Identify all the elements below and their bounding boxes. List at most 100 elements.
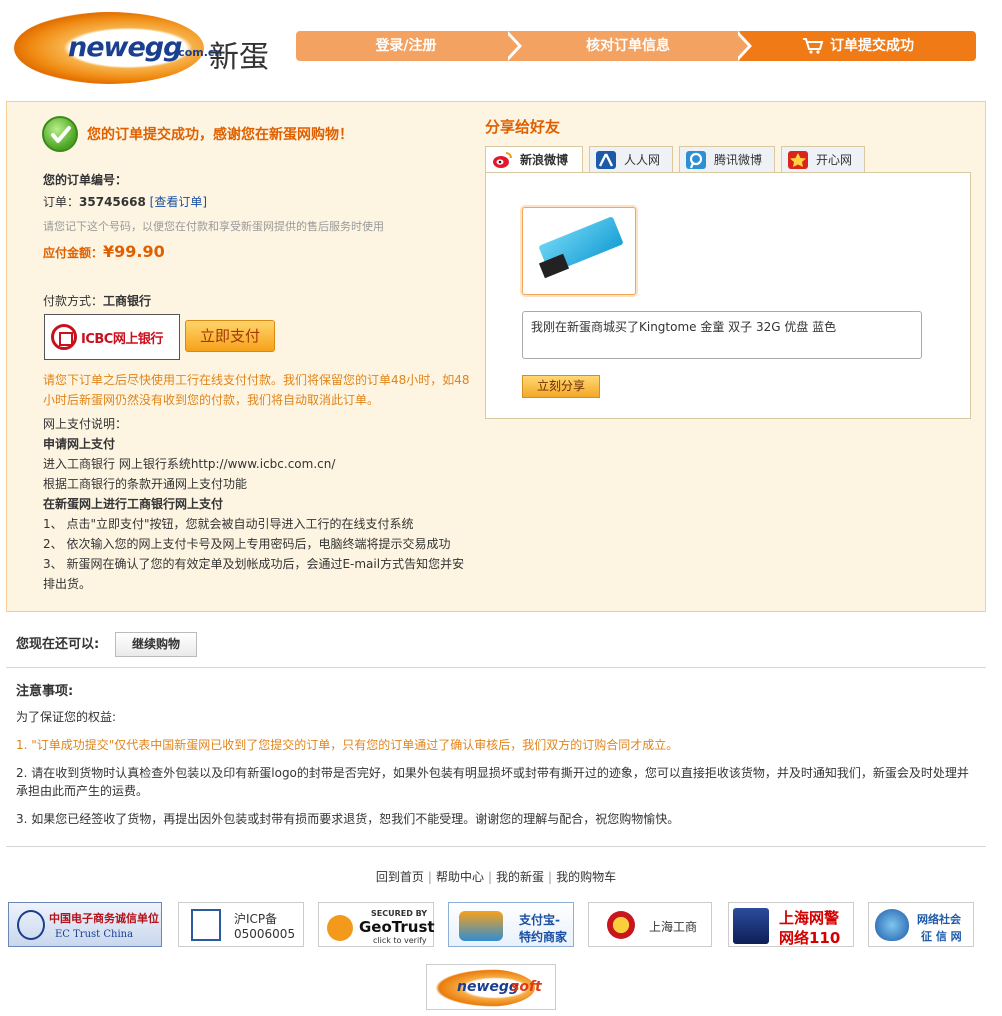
neweggsoft-word-a: newegg xyxy=(457,979,519,995)
note-2: 2. 请在收到货物时认真检查外包装以及印有新蛋logo的封带是否完好，如果外包装… xyxy=(16,766,969,798)
geotrust-badge[interactable]: SECURED BY GeoTrust click to verify xyxy=(318,902,435,947)
product-thumbnail xyxy=(522,207,636,295)
alipay-puzzle-icon xyxy=(459,911,503,941)
footer-link-cart[interactable]: 我的购物车 xyxy=(556,870,616,884)
separator: | xyxy=(548,870,553,884)
ec-trust-cn: 中国电子商务诚信单位 xyxy=(49,912,159,925)
ec-trust-en: EC Trust China xyxy=(55,929,134,940)
tab-tencent-weibo[interactable]: 腾讯微博 xyxy=(679,146,775,173)
pay-method-value: 工商银行 xyxy=(103,294,152,308)
renren-icon xyxy=(596,151,616,169)
icp-badge[interactable]: 沪ICP备 05006005 xyxy=(178,902,304,947)
logo-word: newegg xyxy=(68,32,182,63)
notes-intro: 为了保证您的权益: xyxy=(16,710,117,724)
geotrust-secured: SECURED BY xyxy=(371,909,428,918)
step-login: 登录/注册 xyxy=(296,31,516,61)
success-message: 您的订单提交成功，感谢您在新蛋网购物！ xyxy=(87,127,353,143)
order-label: 订单： xyxy=(43,195,80,209)
share-tabs: 新浪微博 人人网 腾讯微博 开心网 xyxy=(485,146,971,174)
icbc-emblem-icon xyxy=(51,324,77,350)
icp-line-1: 沪ICP备 xyxy=(234,912,278,926)
pay-now-button[interactable]: 立即支付 xyxy=(185,320,275,352)
credit-line-2: 征 信 网 xyxy=(921,930,962,943)
pay-notes-title: 网上支付说明： xyxy=(43,417,128,431)
share-now-button[interactable]: 立刻分享 xyxy=(522,375,600,398)
amount-label: 应付金额： xyxy=(43,246,104,260)
step-divider xyxy=(734,31,748,61)
national-emblem-icon xyxy=(607,911,635,939)
icbc-logo-text: ICBC网上银行 xyxy=(81,332,163,347)
success-row: 您的订单提交成功，感谢您在新蛋网购物！ xyxy=(42,116,472,152)
pay-notes-step: 2、 依次输入您的网上支付卡号及网上专用密码后，电脑终端将提示交易成功 xyxy=(43,537,451,551)
pay-notes-line: 进入工商银行 网上银行系统http://www.icbc.com.cn/ xyxy=(43,457,336,471)
view-order-link[interactable]: [查看订单] xyxy=(150,195,207,209)
footer-link-home[interactable]: 回到首页 xyxy=(376,870,424,884)
cyber-police-badge[interactable]: 上海网警 网络110 xyxy=(728,902,854,947)
amount-row: 应付金额：¥99.90 xyxy=(43,242,165,261)
continue-shopping-button[interactable]: 继续购物 xyxy=(115,632,197,657)
share-section: 分享给好友 新浪微博 人人网 腾讯微博 开心网 我刚在新蛋商城买了Kingtom… xyxy=(485,116,971,419)
amount-value: ¥99.90 xyxy=(103,242,165,261)
pay-notes-step: 1、 点击"立即支付"按钮，您就会被自动引导进入工行的在线支付系统 xyxy=(43,517,414,531)
ec-trust-icon xyxy=(17,910,45,940)
note-3: 3. 如果您已经签收了货物，再提出因外包装或封带有损而要求退货，恕我们不能受理。… xyxy=(16,812,680,826)
newegg-logo[interactable]: newegg .com.cn 新蛋 xyxy=(14,10,274,84)
cart-icon xyxy=(803,38,824,54)
credit-badge[interactable]: 网络社会 征 信 网 xyxy=(868,902,974,947)
separator: | xyxy=(487,870,493,884)
order-number: 35745668 xyxy=(79,195,146,209)
tencent-weibo-icon xyxy=(686,151,706,169)
payment-method: 付款方式：工商银行 xyxy=(43,292,151,309)
ec-trust-badge[interactable]: 中国电子商务诚信单位 EC Trust China xyxy=(8,902,162,947)
alipay-line-1: 支付宝- xyxy=(519,913,560,927)
footer-link-my-newegg[interactable]: 我的新蛋 xyxy=(496,870,544,884)
step-success: 订单提交成功 xyxy=(740,31,976,61)
payment-notes: 网上支付说明： 申请网上支付 进入工商银行 网上银行系统http://www.i… xyxy=(43,414,473,594)
step-divider xyxy=(504,31,518,61)
alipay-line-2: 特约商家 xyxy=(519,930,568,944)
step-confirm: 核对订单信息 xyxy=(510,31,746,61)
header: newegg .com.cn 新蛋 登录/注册 核对订单信息 订单提交成功 xyxy=(0,0,1002,96)
checkout-steps: 登录/注册 核对订单信息 订单提交成功 xyxy=(296,31,976,61)
sh-gongshang-badge[interactable]: 上海工商 xyxy=(588,902,712,947)
neweggsoft-logo[interactable]: newegg soft xyxy=(426,964,556,1010)
neweggsoft-word-b: soft xyxy=(511,979,542,995)
icp-line-2: 05006005 xyxy=(234,927,296,941)
divider xyxy=(6,667,986,668)
tab-sina-weibo[interactable]: 新浪微博 xyxy=(485,146,583,174)
separator: | xyxy=(427,870,432,884)
icp-icon xyxy=(191,909,221,941)
order-number-title: 您的订单编号： xyxy=(43,173,128,187)
notes-title: 注意事项: xyxy=(16,684,74,699)
pay-notes-line: 根据工商银行的条款开通网上支付功能 xyxy=(43,477,248,491)
order-success-panel: 您的订单提交成功，感谢您在新蛋网购物！ 您的订单编号： 订单：35745668 … xyxy=(6,101,986,612)
weibo-icon xyxy=(492,151,512,169)
share-title: 分享给好友 xyxy=(485,118,561,136)
police-line-1: 上海网警 xyxy=(779,909,840,927)
order-info: 您的订单提交成功，感谢您在新蛋网购物！ 您的订单编号： 订单：35745668 … xyxy=(42,116,472,591)
divider xyxy=(6,846,986,847)
geotrust-verify: click to verify xyxy=(373,936,427,945)
pay-notes-heading-1: 申请网上支付 xyxy=(43,437,116,451)
alipay-badge[interactable]: 支付宝- 特约商家 xyxy=(448,902,574,947)
tab-kaixin[interactable]: 开心网 xyxy=(781,146,865,173)
footer-link-help[interactable]: 帮助中心 xyxy=(436,870,484,884)
geotrust-name: GeoTrust xyxy=(359,918,435,936)
continue-label: 您现在还可以: xyxy=(16,637,100,652)
pay-method-label: 付款方式： xyxy=(43,294,104,308)
pay-notes-heading-2: 在新蛋网上进行工商银行网上支付 xyxy=(43,497,224,511)
police-line-2: 网络110 xyxy=(779,929,841,947)
note-1: 1. "订单成功提交"仅代表中国新蛋网已收到了您提交的订单，只有您的订单通过了确… xyxy=(16,738,679,752)
credit-line-1: 网络社会 xyxy=(917,913,961,926)
icbc-logo: ICBC网上银行 xyxy=(44,314,180,360)
tab-renren[interactable]: 人人网 xyxy=(589,146,673,173)
sh-gongshang-text: 上海工商 xyxy=(649,920,698,934)
remember-hint: 请您记下这个号码，以便您在付款和享受新蛋网提供的售后服务时使用 xyxy=(43,220,384,233)
police-icon xyxy=(733,908,769,944)
kaixin-icon xyxy=(788,151,808,169)
geotrust-icon xyxy=(327,915,353,941)
pay-notes-step: 3、 新蛋网在确认了您的有效定单及划帐成功后，会通过E-mail方式告知您并安排… xyxy=(43,557,465,591)
share-textarea[interactable]: 我刚在新蛋商城买了Kingtome 金童 双子 32G 优盘 蓝色 xyxy=(522,311,922,359)
order-line: 订单：35745668 [查看订单] xyxy=(43,193,207,210)
logo-chinese: 新蛋 xyxy=(209,40,269,75)
